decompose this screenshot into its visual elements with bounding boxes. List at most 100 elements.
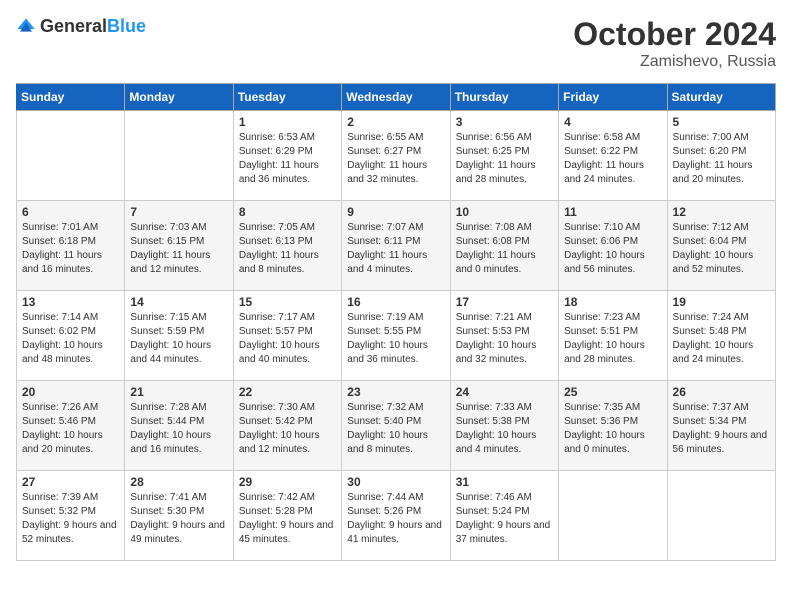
day-number: 25: [564, 385, 661, 399]
calendar-cell: 29 Sunrise: 7:42 AM Sunset: 5:28 PM Dayli…: [233, 471, 341, 561]
day-info: Sunrise: 7:03 AM Sunset: 6:15 PM Dayligh…: [130, 221, 227, 277]
day-number: 4: [564, 115, 661, 129]
day-info: Sunrise: 7:15 AM Sunset: 5:59 PM Dayligh…: [130, 311, 227, 367]
day-number: 11: [564, 205, 661, 219]
calendar-cell: 20Sunrise: 7:26 AM Sunset: 5:46 PM Dayli…: [17, 381, 125, 471]
calendar-cell: 13Sunrise: 7:14 AM Sunset: 6:02 PM Dayli…: [17, 291, 125, 381]
logo-text-general: General: [40, 16, 107, 36]
calendar-cell: 4 Sunrise: 6:58 AM Sunset: 6:22 PM Daylig…: [559, 111, 667, 201]
day-info: Sunrise: 7:21 AM Sunset: 5:53 PM Dayligh…: [456, 311, 553, 367]
calendar-week-4: 20Sunrise: 7:26 AM Sunset: 5:46 PM Dayli…: [17, 381, 776, 471]
calendar-cell: 16Sunrise: 7:19 AM Sunset: 5:55 PM Dayli…: [342, 291, 450, 381]
day-number: 28: [130, 475, 227, 489]
day-number: 10: [456, 205, 553, 219]
day-info: Sunrise: 7:01 AM Sunset: 6:18 PM Dayligh…: [22, 221, 119, 277]
calendar-week-2: 6 Sunrise: 7:01 AM Sunset: 6:18 PM Daylig…: [17, 201, 776, 291]
weekday-header-sunday: Sunday: [17, 84, 125, 111]
weekday-header-wednesday: Wednesday: [342, 84, 450, 111]
calendar-cell: 22 Sunrise: 7:30 AM Sunset: 5:42 PM Dayli…: [233, 381, 341, 471]
day-number: 1: [239, 115, 336, 129]
calendar-cell: 30Sunrise: 7:44 AM Sunset: 5:26 PM Dayli…: [342, 471, 450, 561]
calendar-week-1: 1 Sunrise: 6:53 AM Sunset: 6:29 PM Daylig…: [17, 111, 776, 201]
day-info: Sunrise: 6:58 AM Sunset: 6:22 PM Dayligh…: [564, 131, 661, 187]
calendar-cell: 26Sunrise: 7:37 AM Sunset: 5:34 PM Dayli…: [667, 381, 775, 471]
calendar-cell: 24 Sunrise: 7:33 AM Sunset: 5:38 PM Dayli…: [450, 381, 558, 471]
calendar-cell: 10 Sunrise: 7:08 AM Sunset: 6:08 PM Dayli…: [450, 201, 558, 291]
day-info: Sunrise: 7:23 AM Sunset: 5:51 PM Dayligh…: [564, 311, 661, 367]
day-info: Sunrise: 7:33 AM Sunset: 5:38 PM Dayligh…: [456, 401, 553, 457]
day-number: 21: [130, 385, 227, 399]
day-number: 2: [347, 115, 444, 129]
calendar-table: SundayMondayTuesdayWednesdayThursdayFrid…: [16, 83, 776, 561]
day-number: 16: [347, 295, 444, 309]
calendar-cell: 31Sunrise: 7:46 AM Sunset: 5:24 PM Dayli…: [450, 471, 558, 561]
day-info: Sunrise: 7:05 AM Sunset: 6:13 PM Dayligh…: [239, 221, 336, 277]
day-number: 6: [22, 205, 119, 219]
day-number: 19: [673, 295, 770, 309]
day-number: 8: [239, 205, 336, 219]
day-number: 26: [673, 385, 770, 399]
day-number: 18: [564, 295, 661, 309]
weekday-header-row: SundayMondayTuesdayWednesdayThursdayFrid…: [17, 84, 776, 111]
weekday-header-tuesday: Tuesday: [233, 84, 341, 111]
day-number: 15: [239, 295, 336, 309]
day-info: Sunrise: 7:35 AM Sunset: 5:36 PM Dayligh…: [564, 401, 661, 457]
calendar-cell: [125, 111, 233, 201]
calendar-cell: [17, 111, 125, 201]
day-number: 14: [130, 295, 227, 309]
day-info: Sunrise: 7:14 AM Sunset: 6:02 PM Dayligh…: [22, 311, 119, 367]
day-number: 29: [239, 475, 336, 489]
calendar-cell: 21 Sunrise: 7:28 AM Sunset: 5:44 PM Dayli…: [125, 381, 233, 471]
calendar-cell: 6 Sunrise: 7:01 AM Sunset: 6:18 PM Daylig…: [17, 201, 125, 291]
day-info: Sunrise: 6:53 AM Sunset: 6:29 PM Dayligh…: [239, 131, 336, 187]
day-number: 27: [22, 475, 119, 489]
logo-text-blue: Blue: [107, 16, 146, 36]
day-number: 9: [347, 205, 444, 219]
day-info: Sunrise: 7:08 AM Sunset: 6:08 PM Dayligh…: [456, 221, 553, 277]
calendar-cell: 27 Sunrise: 7:39 AM Sunset: 5:32 PM Dayli…: [17, 471, 125, 561]
day-number: 30: [347, 475, 444, 489]
calendar-cell: 14 Sunrise: 7:15 AM Sunset: 5:59 PM Dayli…: [125, 291, 233, 381]
day-info: Sunrise: 7:07 AM Sunset: 6:11 PM Dayligh…: [347, 221, 444, 277]
weekday-header-saturday: Saturday: [667, 84, 775, 111]
calendar-cell: [559, 471, 667, 561]
logo: GeneralBlue: [16, 16, 146, 37]
day-info: Sunrise: 7:10 AM Sunset: 6:06 PM Dayligh…: [564, 221, 661, 277]
day-info: Sunrise: 7:30 AM Sunset: 5:42 PM Dayligh…: [239, 401, 336, 457]
calendar-cell: 8 Sunrise: 7:05 AM Sunset: 6:13 PM Daylig…: [233, 201, 341, 291]
day-number: 20: [22, 385, 119, 399]
day-info: Sunrise: 6:56 AM Sunset: 6:25 PM Dayligh…: [456, 131, 553, 187]
day-info: Sunrise: 7:42 AM Sunset: 5:28 PM Dayligh…: [239, 491, 336, 547]
weekday-header-friday: Friday: [559, 84, 667, 111]
calendar-cell: 23Sunrise: 7:32 AM Sunset: 5:40 PM Dayli…: [342, 381, 450, 471]
day-number: 22: [239, 385, 336, 399]
day-number: 24: [456, 385, 553, 399]
calendar-cell: 1 Sunrise: 6:53 AM Sunset: 6:29 PM Daylig…: [233, 111, 341, 201]
calendar-week-3: 13Sunrise: 7:14 AM Sunset: 6:02 PM Dayli…: [17, 291, 776, 381]
day-info: Sunrise: 7:28 AM Sunset: 5:44 PM Dayligh…: [130, 401, 227, 457]
page-header: GeneralBlue October 2024 Zamishevo, Russ…: [16, 16, 776, 71]
day-info: Sunrise: 7:12 AM Sunset: 6:04 PM Dayligh…: [673, 221, 770, 277]
day-info: Sunrise: 7:39 AM Sunset: 5:32 PM Dayligh…: [22, 491, 119, 547]
calendar-cell: 2Sunrise: 6:55 AM Sunset: 6:27 PM Daylig…: [342, 111, 450, 201]
day-number: 23: [347, 385, 444, 399]
calendar-cell: 19 Sunrise: 7:24 AM Sunset: 5:48 PM Dayli…: [667, 291, 775, 381]
day-number: 12: [673, 205, 770, 219]
weekday-header-thursday: Thursday: [450, 84, 558, 111]
calendar-cell: 17 Sunrise: 7:21 AM Sunset: 5:53 PM Dayli…: [450, 291, 558, 381]
calendar-cell: 7Sunrise: 7:03 AM Sunset: 6:15 PM Daylig…: [125, 201, 233, 291]
day-info: Sunrise: 7:24 AM Sunset: 5:48 PM Dayligh…: [673, 311, 770, 367]
weekday-header-monday: Monday: [125, 84, 233, 111]
day-number: 17: [456, 295, 553, 309]
day-number: 3: [456, 115, 553, 129]
calendar-cell: 12 Sunrise: 7:12 AM Sunset: 6:04 PM Dayli…: [667, 201, 775, 291]
location-title: Zamishevo, Russia: [573, 53, 776, 71]
month-title: October 2024: [573, 16, 776, 53]
calendar-cell: 9 Sunrise: 7:07 AM Sunset: 6:11 PM Daylig…: [342, 201, 450, 291]
calendar-cell: 5Sunrise: 7:00 AM Sunset: 6:20 PM Daylig…: [667, 111, 775, 201]
day-info: Sunrise: 7:46 AM Sunset: 5:24 PM Dayligh…: [456, 491, 553, 547]
calendar-cell: 18 Sunrise: 7:23 AM Sunset: 5:51 PM Dayli…: [559, 291, 667, 381]
title-block: October 2024 Zamishevo, Russia: [573, 16, 776, 71]
day-info: Sunrise: 7:00 AM Sunset: 6:20 PM Dayligh…: [673, 131, 770, 187]
calendar-body: 1 Sunrise: 6:53 AM Sunset: 6:29 PM Daylig…: [17, 111, 776, 561]
